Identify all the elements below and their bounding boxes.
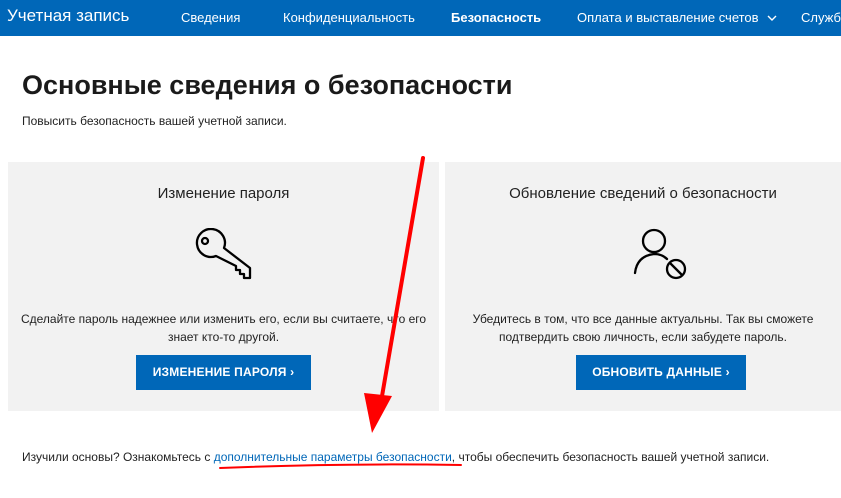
chevron-down-icon: [767, 10, 777, 25]
change-password-card: Изменение пароля Сделайте пароль надежне…: [8, 162, 439, 411]
update-security-info-card: Обновление сведений о безопасности Убеди…: [445, 162, 841, 411]
update-security-info-text: Убедитесь в том, что все данные актуальн…: [472, 312, 814, 344]
top-navigation-bar: Учетная запись Сведения Конфиденциальнос…: [0, 0, 841, 36]
nav-item-privacy[interactable]: Конфиденциальность: [283, 10, 415, 25]
nav-item-billing-label: Оплата и выставление счетов: [577, 10, 759, 25]
nav-item-info[interactable]: Сведения: [181, 10, 240, 25]
change-password-text: Сделайте пароль надежнее или изменить ег…: [20, 312, 427, 344]
annotation-underline: [219, 463, 462, 469]
advanced-security-prefix: Изучили основы? Ознакомьтесь с: [22, 450, 214, 464]
advanced-security-sentence: Изучили основы? Ознакомьтесь с дополните…: [22, 450, 769, 464]
nav-item-security[interactable]: Безопасность: [451, 10, 541, 25]
change-password-title: Изменение пароля: [157, 185, 290, 202]
change-password-button[interactable]: ИЗМЕНЕНИЕ ПАРОЛЯ ›: [136, 355, 311, 390]
nav-item-services[interactable]: Службы: [801, 10, 841, 25]
page-title: Основные сведения о безопасности: [22, 70, 513, 100]
advanced-security-suffix: , чтобы обеспечить безопасность вашей уч…: [451, 450, 770, 464]
advanced-security-link[interactable]: дополнительные параметры безопасности: [214, 450, 452, 464]
update-security-info-title: Обновление сведений о безопасности: [509, 185, 777, 202]
page-subtitle: Повысить безопасность вашей учетной запи…: [22, 114, 287, 128]
nav-item-billing[interactable]: Оплата и выставление счетов: [577, 10, 777, 25]
brand-title[interactable]: Учетная запись: [7, 6, 129, 26]
user-blocked-icon: [632, 228, 692, 287]
update-info-button[interactable]: ОБНОВИТЬ ДАННЫЕ ›: [576, 355, 746, 390]
key-icon: [194, 227, 254, 287]
